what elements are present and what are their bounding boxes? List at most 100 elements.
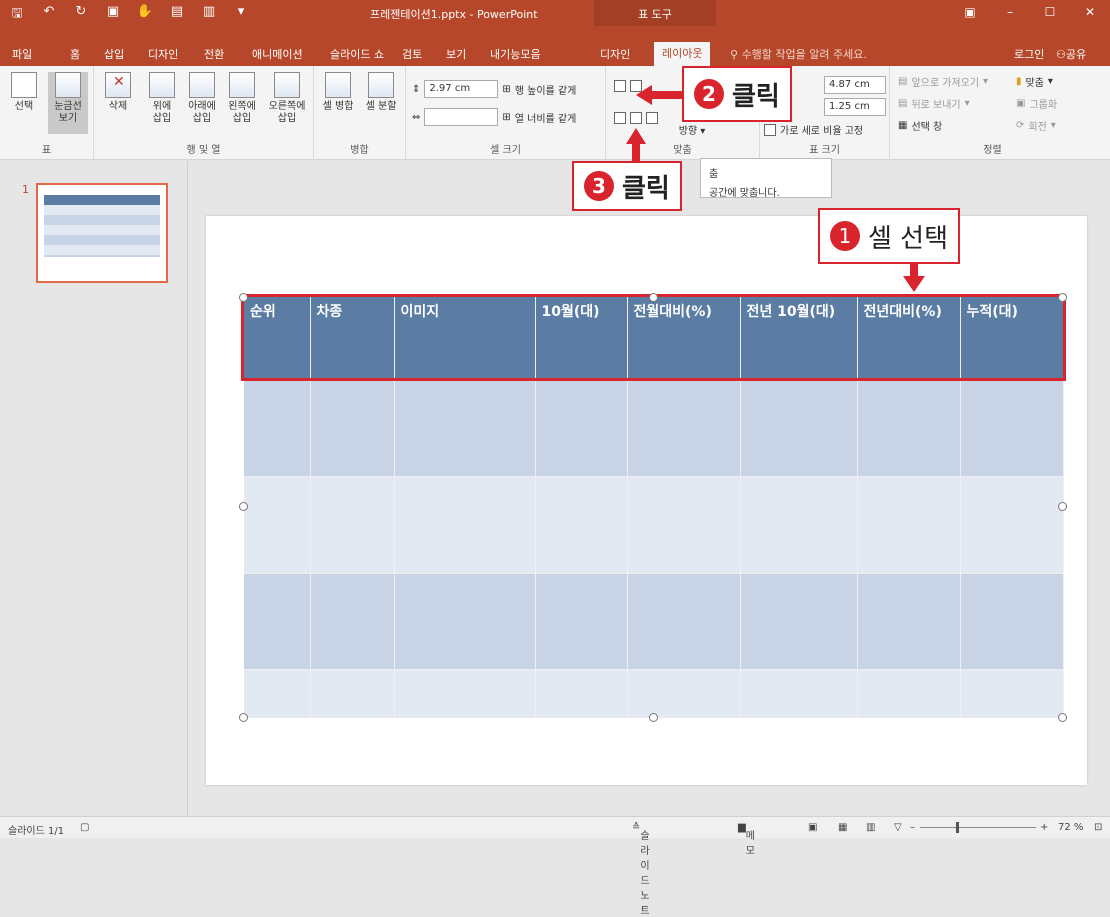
table-cell[interactable] (310, 476, 395, 574)
table-cell[interactable] (960, 572, 1064, 670)
zoom-level[interactable]: 72 % (1058, 822, 1083, 833)
table-cell[interactable] (310, 669, 395, 718)
reading-view-icon[interactable]: ▥ (866, 822, 875, 833)
group-objects-button[interactable]: ▣ 그룹화 (1016, 96, 1057, 111)
table-cell[interactable] (740, 379, 858, 477)
table-cell[interactable] (244, 669, 311, 718)
table-cell[interactable] (535, 572, 628, 670)
tab-table-design[interactable]: 디자인 (600, 46, 630, 62)
table-cell[interactable] (535, 669, 628, 718)
minimize-icon[interactable]: – (990, 0, 1030, 26)
table-cell[interactable] (960, 379, 1064, 477)
tell-me-search[interactable]: ⚲ 수행할 작업을 알려 주세요. (730, 46, 867, 62)
tab-design[interactable]: 디자인 (148, 46, 178, 62)
text-direction-button[interactable]: 방향 ▾ (672, 126, 712, 138)
zoom-slider-knob[interactable] (956, 822, 959, 833)
table-cell[interactable] (627, 379, 741, 477)
undo-icon[interactable]: ↶ (40, 4, 58, 26)
table-cell[interactable] (394, 669, 536, 718)
resize-handle-top-right[interactable] (1058, 293, 1067, 302)
cell-height-input[interactable]: 2.97 cm (424, 80, 499, 98)
table-cell[interactable] (960, 476, 1064, 574)
spellcheck-icon[interactable]: ▢ (80, 822, 89, 833)
tab-table-layout[interactable]: 레이아웃 (654, 42, 711, 67)
tab-review[interactable]: 검토 (402, 46, 422, 62)
tab-home[interactable]: 홈 (70, 46, 80, 62)
slideshow-view-icon[interactable]: ▽ (894, 822, 902, 833)
table-cell[interactable] (627, 572, 741, 670)
table-cell[interactable] (394, 476, 536, 574)
insert-above-button[interactable]: 위에 삽입 (144, 72, 180, 125)
table-cell[interactable] (394, 379, 536, 477)
tab-view[interactable]: 보기 (446, 46, 466, 62)
login-link[interactable]: 로그인 (1014, 46, 1044, 62)
customize-qat-icon[interactable]: ▾ (232, 4, 250, 26)
align-top-icon[interactable] (614, 112, 626, 124)
notes-button[interactable]: ≙ 슬라이드 노트 (632, 822, 650, 917)
table-cell[interactable] (244, 476, 311, 574)
table-cell[interactable] (627, 476, 741, 574)
resize-handle-bottom-center[interactable] (649, 713, 658, 722)
zoom-in-icon[interactable]: + (1040, 822, 1048, 833)
slide-sorter-icon[interactable]: ▦ (838, 822, 847, 833)
table-cell[interactable] (244, 379, 311, 477)
slide-thumbnail[interactable] (36, 183, 168, 283)
zoom-slider-track[interactable] (920, 827, 1036, 828)
ribbon-display-icon[interactable]: ▣ (950, 0, 990, 26)
resize-handle-top-center[interactable] (649, 293, 658, 302)
table-cell[interactable] (535, 476, 628, 574)
rotate-button[interactable]: ⟳ 회전 ▾ (1016, 118, 1056, 133)
align-bottom-icon[interactable] (646, 112, 658, 124)
resize-handle-bottom-left[interactable] (239, 713, 248, 722)
tab-my-features[interactable]: 내기능모음 (490, 46, 541, 62)
align-left-icon[interactable] (614, 80, 626, 92)
table-cell[interactable] (535, 379, 628, 477)
start-slideshow-icon[interactable]: ▣ (104, 4, 122, 26)
insert-right-button[interactable]: 오른쪽에 삽입 (264, 72, 310, 125)
tab-insert[interactable]: 삽입 (104, 46, 124, 62)
distribute-rows-button[interactable]: 행 높이를 같게 (515, 82, 577, 97)
split-cells-button[interactable]: 셀 분할 (360, 72, 402, 113)
tab-animations[interactable]: 애니메이션 (252, 46, 303, 62)
lock-aspect-checkbox[interactable] (764, 123, 776, 136)
align-middle-icon[interactable] (630, 112, 642, 124)
send-backward-button[interactable]: ▤ 뒤로 보내기 ▾ (898, 96, 970, 111)
table-cell[interactable] (244, 572, 311, 670)
align-objects-button[interactable]: ▮ 맞춤 ▾ (1016, 74, 1053, 89)
table-cell[interactable] (310, 572, 395, 670)
table-cell[interactable] (310, 379, 395, 477)
merge-cells-button[interactable]: 셀 병합 (318, 72, 358, 113)
table-cell[interactable] (740, 669, 858, 718)
share-button[interactable]: ⚇공유 (1056, 46, 1086, 62)
selection-pane-button[interactable]: ▦ 선택 창 (898, 118, 942, 133)
save-icon[interactable]: 🖫 (8, 4, 26, 26)
redo-icon[interactable]: ↻ (72, 4, 90, 26)
insert-below-button[interactable]: 아래에 삽입 (182, 72, 222, 125)
tab-slideshow[interactable]: 슬라이드 쇼 (330, 46, 384, 62)
zoom-out-icon[interactable]: – (910, 822, 915, 833)
layout-icon[interactable]: ▥ (200, 4, 218, 26)
table-cell[interactable] (740, 572, 858, 670)
resize-handle-bottom-right[interactable] (1058, 713, 1067, 722)
new-slide-icon[interactable]: ▤ (168, 4, 186, 26)
touch-mode-icon[interactable]: ✋ (136, 4, 154, 26)
table-cell[interactable] (960, 669, 1064, 718)
table-cell[interactable] (857, 669, 961, 718)
delete-button[interactable]: 삭제 (100, 72, 136, 113)
fit-slide-icon[interactable]: ⊡ (1094, 822, 1102, 833)
table-cell[interactable] (857, 379, 961, 477)
table-cell[interactable] (740, 476, 858, 574)
distribute-cols-button[interactable]: 열 너비를 같게 (515, 110, 577, 125)
table-cell[interactable] (857, 572, 961, 670)
maximize-icon[interactable]: ☐ (1030, 0, 1070, 26)
resize-handle-middle-right[interactable] (1058, 502, 1067, 511)
cell-width-input[interactable] (424, 108, 499, 126)
table-height-input[interactable]: 4.87 cm (824, 76, 886, 94)
gridlines-button[interactable]: 눈금선 보기 (48, 72, 88, 134)
tab-transitions[interactable]: 전환 (204, 46, 224, 62)
bring-forward-button[interactable]: ▤ 앞으로 가져오기 ▾ (898, 74, 988, 89)
normal-view-icon[interactable]: ▣ (808, 822, 817, 833)
insert-left-button[interactable]: 왼쪽에 삽입 (222, 72, 262, 125)
table-cell[interactable] (627, 669, 741, 718)
table-cell[interactable] (857, 476, 961, 574)
